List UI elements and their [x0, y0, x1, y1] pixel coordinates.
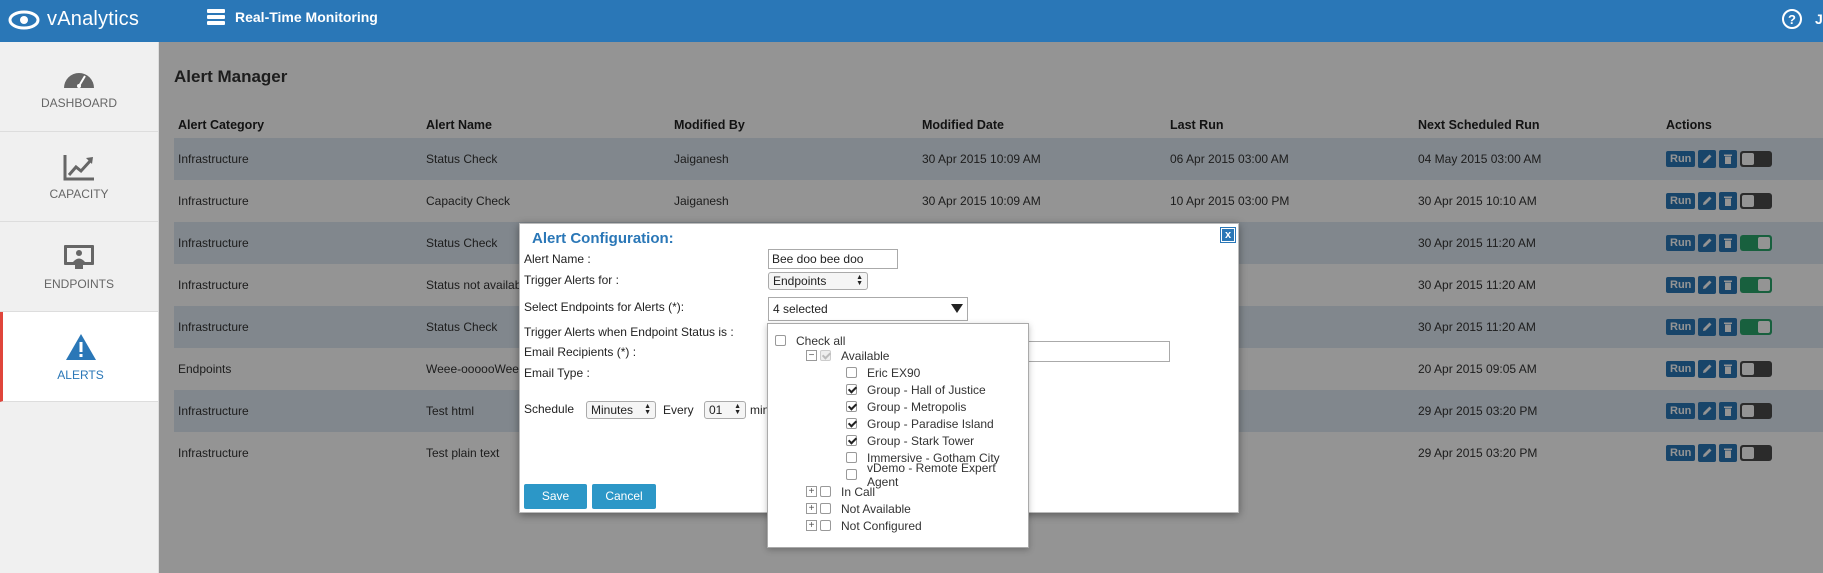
endpoint-checkbox[interactable]: [846, 367, 857, 378]
list-icon: [207, 9, 225, 25]
every-value-select[interactable]: 01 ▲ ▼: [704, 401, 746, 419]
endpoint-label: Group - Paradise Island: [867, 416, 994, 431]
group-checkbox[interactable]: [820, 520, 831, 531]
endpoint-item-row[interactable]: Group - Paradise Island: [846, 415, 994, 432]
sidebar: DASHBOARD CAPACITY ENDPOINTS ALERTS: [0, 42, 159, 573]
select-arrows-icon: ▲ ▼: [856, 274, 863, 287]
schedule-unit-value: Minutes: [591, 403, 634, 417]
sidebar-item-label: CAPACITY: [49, 186, 109, 201]
endpoint-item-row[interactable]: vDemo - Remote Expert Agent: [846, 461, 1028, 489]
sidebar-item-alerts[interactable]: ALERTS: [0, 312, 158, 402]
expand-icon[interactable]: +: [806, 486, 817, 497]
alert-name-label: Alert Name :: [524, 252, 591, 266]
sidebar-item-label: ENDPOINTS: [43, 276, 114, 291]
every-label: Every: [663, 403, 694, 417]
collapse-icon[interactable]: −: [806, 350, 817, 361]
group-label: Available: [841, 348, 890, 363]
email-recipients-label: Email Recipients (*) :: [524, 345, 637, 359]
endpoints-dropdown-panel: Check all − Available Eric EX90 Group - Hal…: [767, 323, 1029, 548]
sidebar-item-endpoints[interactable]: ENDPOINTS: [0, 222, 158, 312]
vanalytics-logo-icon: [8, 10, 40, 29]
group-checkbox[interactable]: [820, 350, 831, 361]
email-recipients-input[interactable]: [1020, 341, 1170, 362]
endpoint-group-row[interactable]: + In Call: [806, 483, 875, 500]
endpoint-item-row[interactable]: Eric EX90: [846, 364, 920, 381]
close-icon[interactable]: x: [1220, 227, 1236, 243]
trend-chart-icon: [63, 154, 94, 180]
check-all-label: Check all: [796, 333, 846, 348]
sidebar-item-label: DASHBOARD: [40, 95, 117, 110]
endpoint-checkbox[interactable]: [846, 418, 857, 429]
user-menu[interactable]: J: [1815, 11, 1823, 27]
email-type-label: Email Type :: [524, 366, 590, 380]
every-value: 01: [709, 403, 723, 417]
endpoint-item-row[interactable]: Group - Hall of Justice: [846, 381, 986, 398]
top-bar: vAnalytics Real-Time Monitoring ? J: [0, 0, 1823, 42]
check-all-checkbox[interactable]: [775, 335, 786, 346]
endpoint-label: Group - Hall of Justice: [867, 382, 986, 397]
endpoints-selected-count: 4 selected: [773, 302, 828, 316]
endpoint-checkbox[interactable]: [846, 401, 857, 412]
endpoint-checkbox[interactable]: [846, 452, 857, 463]
group-label: In Call: [841, 484, 876, 499]
group-label: Not Configured: [841, 518, 922, 533]
dropdown-arrow-icon: [951, 304, 963, 313]
cancel-button[interactable]: Cancel: [592, 484, 656, 509]
endpoint-label: vDemo - Remote Expert Agent: [867, 460, 996, 489]
warning-icon: [65, 333, 96, 360]
endpoint-group-row[interactable]: − Available: [806, 347, 889, 364]
endpoint-item-row[interactable]: Group - Metropolis: [846, 398, 966, 415]
save-button[interactable]: Save: [524, 484, 587, 509]
brand[interactable]: vAnalytics: [8, 8, 139, 31]
gauge-icon: [64, 72, 94, 88]
group-checkbox[interactable]: [820, 486, 831, 497]
endpoint-group-row[interactable]: + Not Available: [806, 500, 911, 517]
endpoint-group-row[interactable]: + Not Configured: [806, 517, 922, 534]
sidebar-item-capacity[interactable]: CAPACITY: [0, 132, 158, 222]
trigger-for-select[interactable]: Endpoints ▲ ▼: [768, 272, 868, 290]
sidebar-item-label: ALERTS: [57, 367, 104, 382]
realtime-monitoring-link[interactable]: Real-Time Monitoring: [207, 9, 378, 25]
endpoint-checkbox[interactable]: [846, 469, 857, 480]
endpoints-multiselect[interactable]: 4 selected: [768, 297, 968, 321]
expand-icon[interactable]: +: [806, 520, 817, 531]
schedule-unit-select[interactable]: Minutes ▲ ▼: [586, 401, 656, 419]
alert-name-input[interactable]: [768, 249, 898, 269]
trigger-status-label: Trigger Alerts when Endpoint Status is :: [524, 325, 734, 339]
select-endpoints-label: Select Endpoints for Alerts (*):: [524, 300, 685, 314]
monitor-icon: [64, 244, 94, 269]
endpoint-checkbox[interactable]: [846, 384, 857, 395]
endpoint-label: Group - Stark Tower: [867, 433, 975, 448]
trigger-for-label: Trigger Alerts for :: [524, 273, 619, 287]
endpoint-label: Group - Metropolis: [867, 399, 967, 414]
select-arrows-icon: ▲ ▼: [644, 403, 651, 416]
trigger-for-value: Endpoints: [773, 274, 827, 288]
group-label: Not Available: [841, 501, 911, 516]
realtime-monitoring-label: Real-Time Monitoring: [235, 9, 378, 25]
group-checkbox[interactable]: [820, 503, 831, 514]
dialog-title: Alert Configuration:: [532, 230, 674, 247]
sidebar-item-dashboard[interactable]: DASHBOARD: [0, 42, 158, 132]
select-arrows-icon: ▲ ▼: [734, 403, 741, 416]
brand-name: vAnalytics: [47, 8, 140, 30]
endpoint-checkbox[interactable]: [846, 435, 857, 446]
endpoint-label: Eric EX90: [867, 365, 921, 380]
expand-icon[interactable]: +: [806, 503, 817, 514]
help-icon[interactable]: ?: [1782, 9, 1802, 29]
schedule-label: Schedule: [524, 402, 575, 416]
endpoint-item-row[interactable]: Group - Stark Tower: [846, 432, 974, 449]
